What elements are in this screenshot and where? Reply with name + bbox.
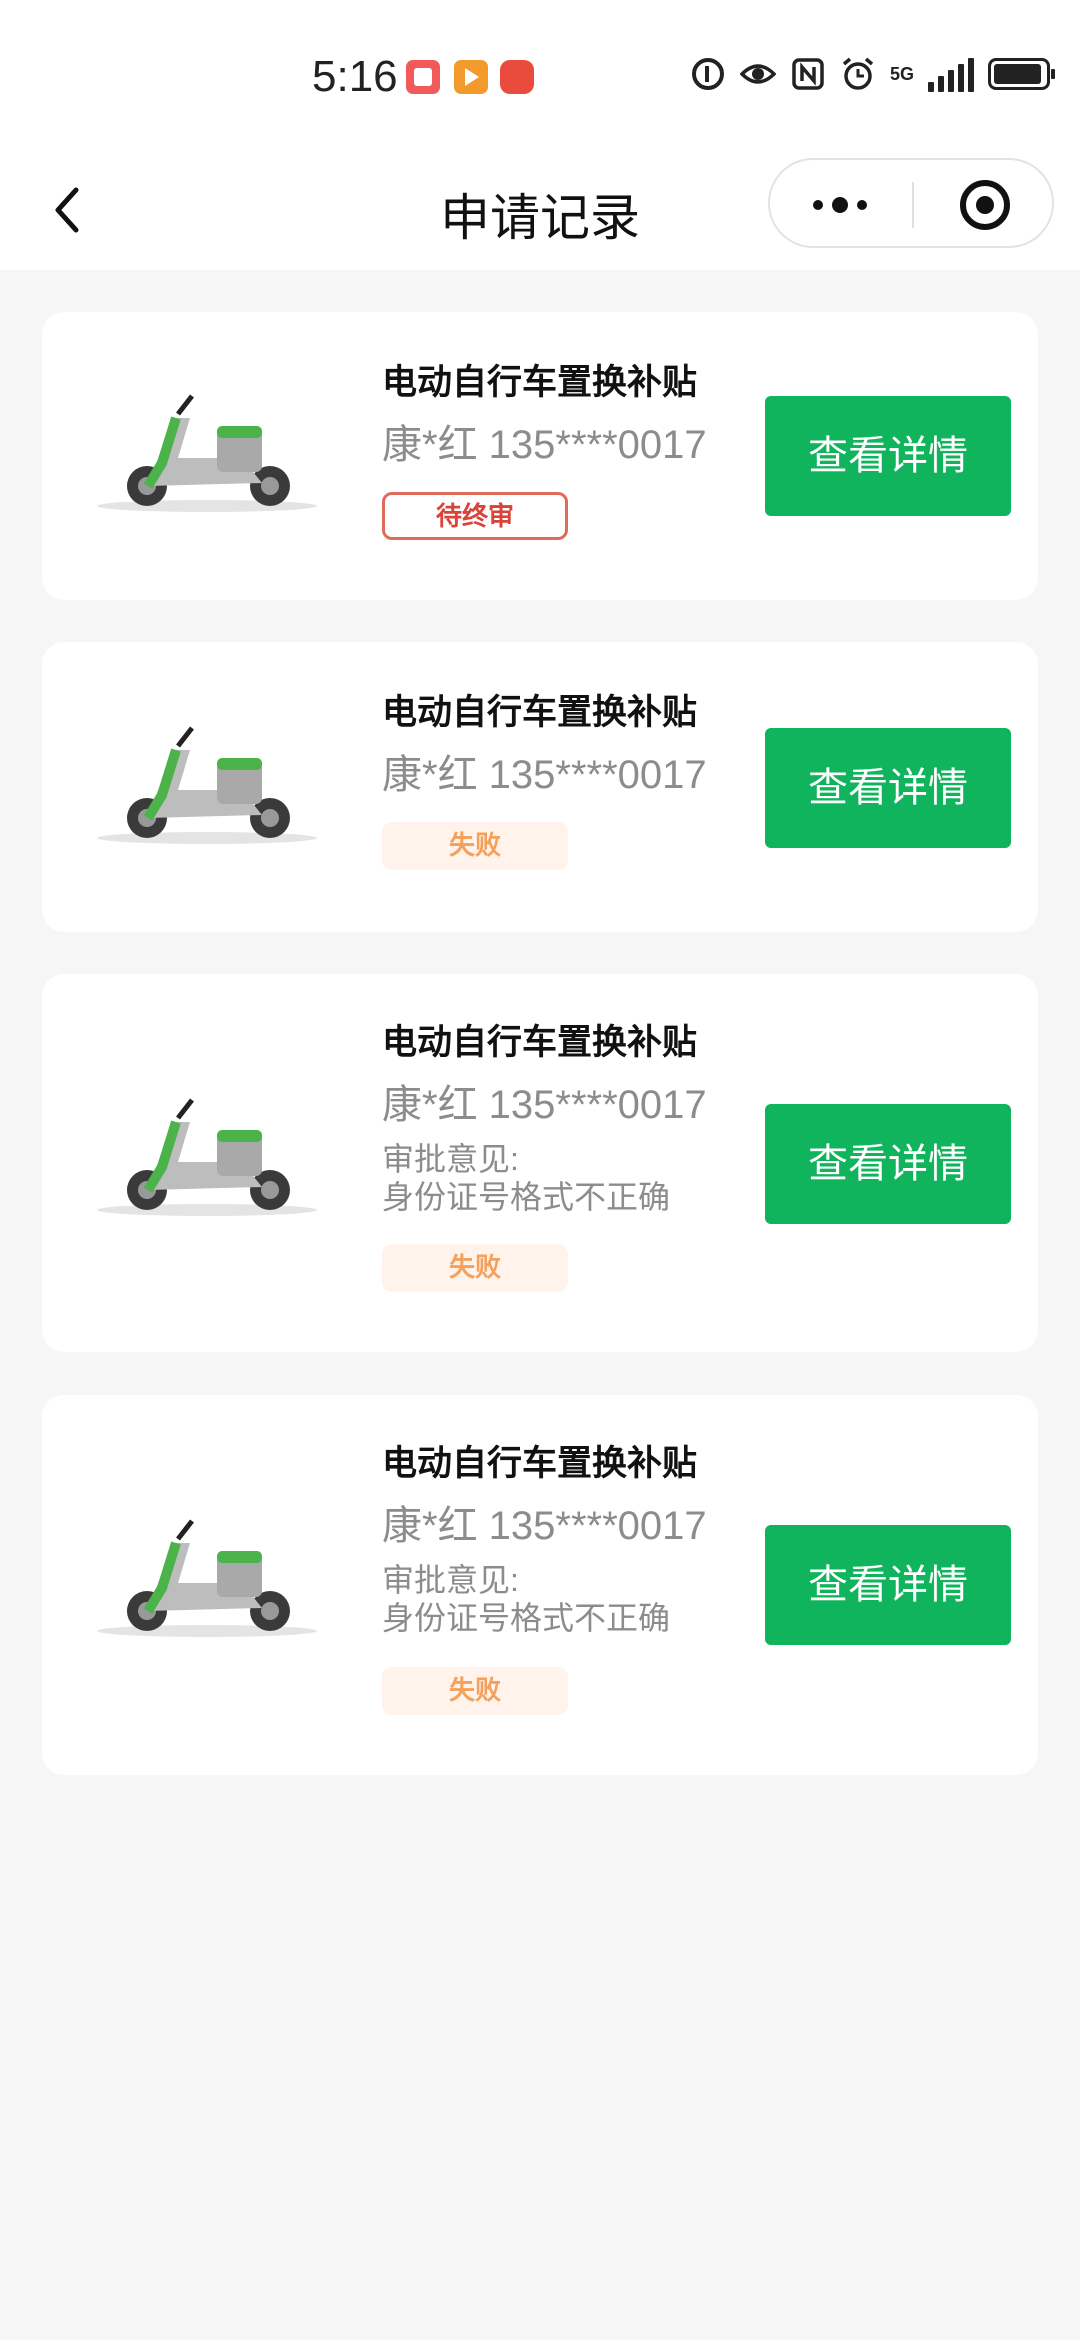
scooter-image [97, 394, 317, 512]
record-title: 电动自行车置换补贴 [382, 363, 698, 402]
applicant-info: 康*红 135****0017 [382, 423, 707, 467]
system-indicators: 5G [690, 56, 1055, 92]
view-details-button[interactable]: 查看详情 [765, 396, 1011, 516]
nfc-icon [792, 58, 824, 90]
game-app-icon [500, 60, 534, 94]
record-title: 电动自行车置换补贴 [382, 693, 698, 732]
applicant-info: 康*红 135****0017 [382, 1504, 707, 1548]
scooter-image [97, 1098, 317, 1216]
navigation-bar: 申请记录 [0, 150, 1080, 270]
notification-app-icon [406, 60, 440, 94]
view-details-button[interactable]: 查看详情 [765, 1104, 1011, 1224]
video-app-icon [454, 60, 488, 94]
network-type-label: 5G [889, 64, 914, 84]
capsule-divider [912, 182, 914, 228]
battery-icon [988, 58, 1055, 90]
alarm-icon [842, 57, 874, 90]
status-time: 5:16 [312, 52, 398, 101]
applicant-info: 康*红 135****0017 [382, 753, 707, 797]
view-details-button[interactable]: 查看详情 [765, 728, 1011, 848]
record-title: 电动自行车置换补贴 [382, 1444, 698, 1483]
status-bar: 5:16 5G [0, 0, 1080, 150]
more-dots-icon[interactable] [810, 190, 874, 220]
applicant-info: 康*红 135****0017 [382, 1083, 707, 1127]
record-title: 电动自行车置换补贴 [382, 1023, 698, 1062]
record-card: 电动自行车置换补贴 康*红 135****0017 待终审 查看详情 [42, 312, 1038, 600]
signal-strength-icon [928, 56, 974, 92]
record-card: 电动自行车置换补贴 康*红 135****0017 审批意见: 身份证号格式不正… [42, 974, 1038, 1352]
status-badge: 待终审 [382, 492, 568, 540]
data-saver-icon [691, 58, 724, 90]
miniprogram-capsule [768, 158, 1054, 248]
approval-remark-text: 身份证号格式不正确 [382, 1600, 671, 1636]
scooter-image [97, 1519, 317, 1637]
eye-icon [739, 64, 776, 84]
record-card: 电动自行车置换补贴 康*红 135****0017 失败 查看详情 [42, 642, 1038, 932]
approval-remark-text: 身份证号格式不正确 [382, 1179, 671, 1215]
status-badge: 失败 [382, 1244, 568, 1292]
view-details-button[interactable]: 查看详情 [765, 1525, 1011, 1645]
record-card: 电动自行车置换补贴 康*红 135****0017 审批意见: 身份证号格式不正… [42, 1395, 1038, 1775]
target-circle-icon[interactable] [959, 179, 1011, 231]
scooter-image [97, 726, 317, 844]
status-badge: 失败 [382, 822, 568, 870]
status-badge: 失败 [382, 1667, 568, 1715]
